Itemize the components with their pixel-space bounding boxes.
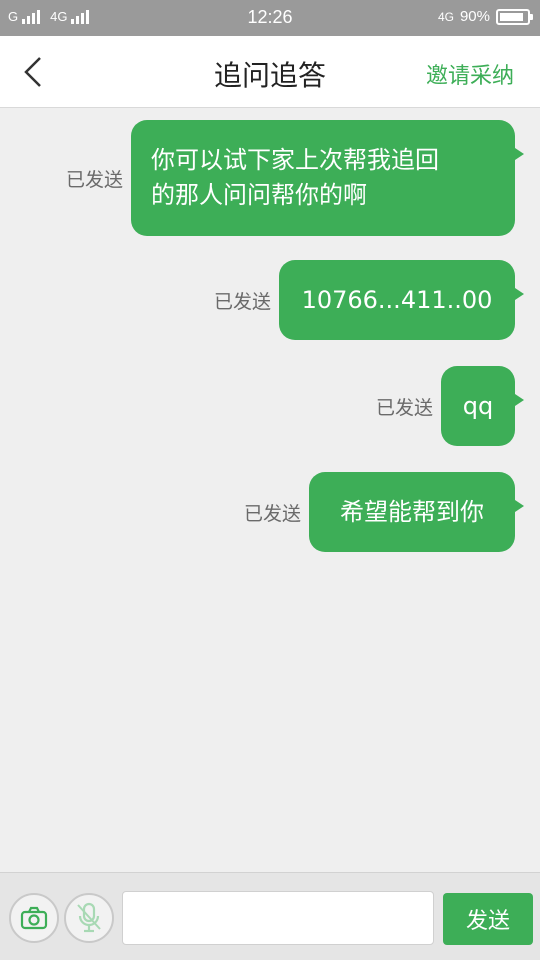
camera-icon (20, 906, 48, 930)
message-text-line: 希望能帮到你 (340, 497, 484, 526)
message-bubble[interactable]: qq (441, 366, 524, 446)
message-bubble[interactable]: 10766...411..00 (279, 260, 524, 340)
header: 追问追答 邀请采纳 (0, 36, 540, 108)
message-bubble[interactable]: 你可以试下家上次帮我追回 的那人问问帮你的啊 (131, 120, 524, 236)
invite-accept-button[interactable]: 邀请采纳 (426, 58, 514, 90)
message-input[interactable] (122, 891, 434, 945)
message-status: 已发送 (213, 290, 271, 313)
bubble-tail (512, 392, 524, 408)
message-text-line: 你可以试下家上次帮我追回 (151, 146, 439, 174)
message-row: 已发送 qq (375, 366, 524, 446)
camera-button[interactable] (9, 893, 59, 943)
status-right: 4G 90% (437, 8, 533, 25)
message-text-line: 的那人问问帮你的啊 (151, 181, 367, 209)
input-bar: 发送 (0, 872, 540, 960)
message-text-line: 10766...411..00 (301, 285, 493, 314)
battery-percent: 90% (459, 8, 490, 25)
message-row: 已发送 你可以试下家上次帮我追回 的那人问问帮你的啊 (65, 120, 524, 236)
voice-button[interactable] (64, 893, 114, 943)
status-bar: G 4G 12:26 4G 90% (0, 0, 540, 36)
message-status: 已发送 (375, 396, 433, 419)
message-row: 已发送 希望能帮到你 (243, 472, 524, 552)
message-bubble[interactable]: 希望能帮到你 (309, 472, 524, 552)
message-status: 已发送 (243, 502, 301, 525)
message-row: 已发送 10766...411..00 (213, 260, 524, 340)
message-status: 已发送 (65, 168, 123, 191)
message-text-line: qq (462, 391, 494, 420)
bubble-tail (512, 286, 524, 302)
network-type-icon: 4G (437, 9, 454, 24)
bubble-tail (512, 498, 524, 514)
microphone-off-icon (77, 902, 101, 933)
bubble-tail (512, 146, 524, 162)
battery-icon (496, 8, 533, 25)
send-button[interactable]: 发送 (443, 893, 533, 945)
